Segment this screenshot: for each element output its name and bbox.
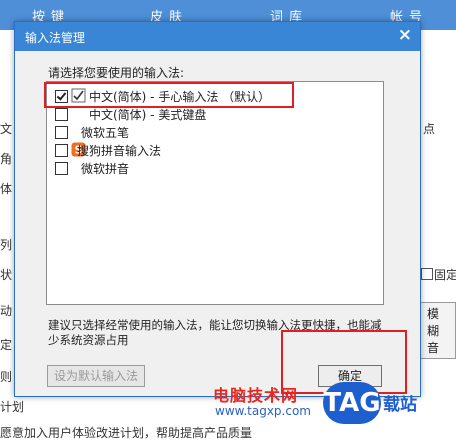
ime-checkbox[interactable] xyxy=(55,108,68,121)
plan-label: 计划 xyxy=(0,400,25,414)
fixed-position-checkbox[interactable] xyxy=(421,268,433,280)
ime-checkbox[interactable] xyxy=(55,126,68,139)
watermark-zhan: 载站 xyxy=(383,395,417,415)
fuzzy-pinyin-button[interactable]: 模糊音 xyxy=(420,302,456,359)
select-prompt: 请选择您要使用的输入法: xyxy=(48,66,185,80)
bg-text-fragment: 动 xyxy=(0,304,13,318)
close-icon[interactable]: × xyxy=(398,25,412,45)
bg-text-fragment: 定 xyxy=(0,338,13,352)
bg-text-fragment: 文 xyxy=(0,122,13,136)
ime-checkbox[interactable] xyxy=(55,144,68,157)
ime-checkbox[interactable] xyxy=(55,162,68,175)
plan-text: 愿意加入用户体验改进计划，帮助提高产品质量 xyxy=(0,426,253,440)
bg-text-fragment: 角 xyxy=(0,152,13,166)
bg-text-fragment: 列 xyxy=(0,238,13,252)
set-default-button[interactable]: 设为默认输入法 xyxy=(47,365,145,387)
dialog-titlebar: 输入法管理 × xyxy=(15,22,420,51)
dialog-title: 输入法管理 xyxy=(25,31,86,45)
bg-text-fragment: 状 xyxy=(0,268,13,282)
ime-label: 搜狗拼音输入法 xyxy=(77,144,162,158)
watermark-text: 电脑技术网 xyxy=(213,386,299,405)
watermark-url: www.tagxp.com xyxy=(215,404,311,418)
watermark-logo: TAG xyxy=(323,382,381,424)
bg-text-fragment: 体 xyxy=(0,182,13,196)
highlight-box-default-ime xyxy=(44,82,294,108)
ime-label: 微软拼音 xyxy=(81,162,130,176)
ime-list: 中文(简体) - 手心输入法 （默认） 中文(简体) - 美式键盘 微软五笔 S… xyxy=(46,81,384,305)
bg-text-fragment: 则 xyxy=(0,370,13,384)
bg-text-fragment: 点 xyxy=(423,122,436,136)
ime-label: 微软五笔 xyxy=(81,126,130,140)
ime-label: 中文(简体) - 美式键盘 xyxy=(89,108,207,122)
fixed-position-label: 固定能 xyxy=(434,268,456,282)
